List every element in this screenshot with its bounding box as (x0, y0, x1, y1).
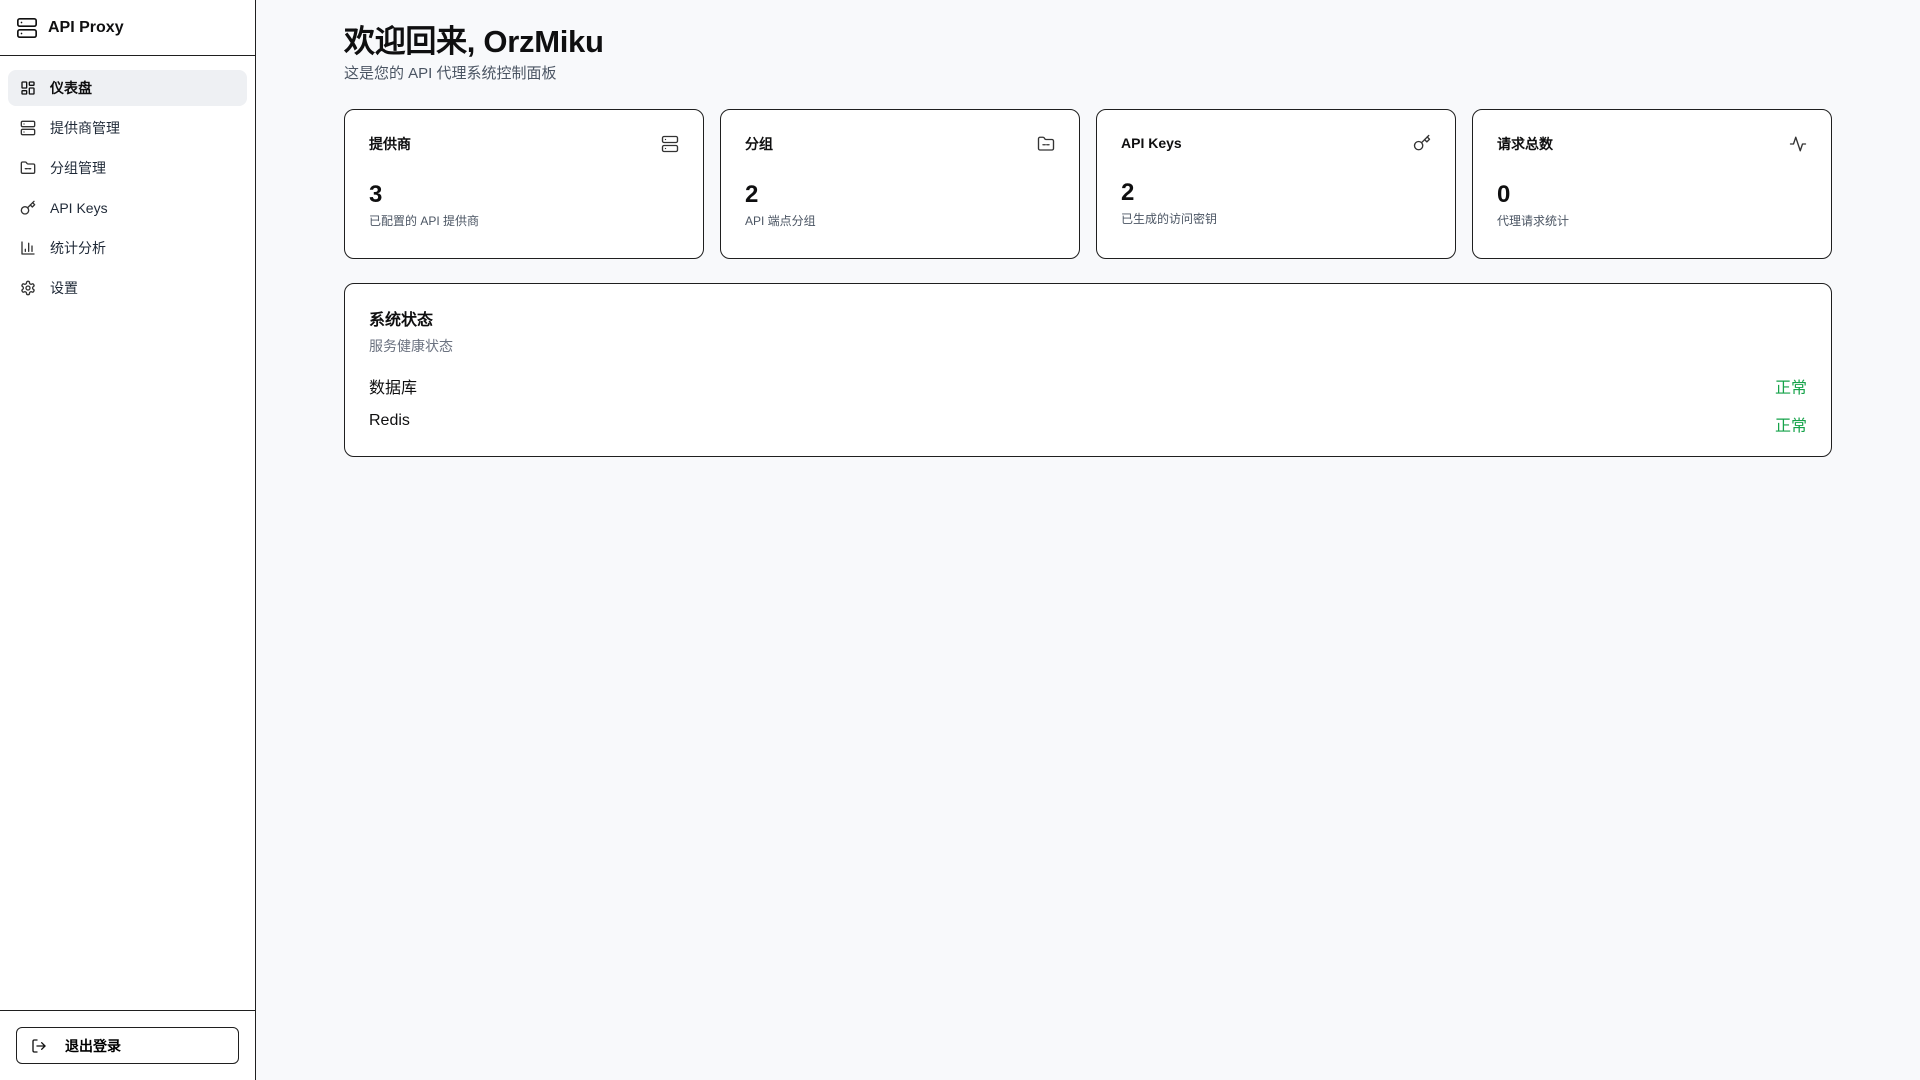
sidebar-footer: 退出登录 (0, 1010, 255, 1080)
folder-icon (1037, 136, 1055, 151)
server-icon (20, 120, 36, 136)
card-title: 请求总数 (1497, 136, 1553, 152)
sidebar-item-label: 设置 (50, 280, 78, 296)
sidebar-item-label: 提供商管理 (50, 120, 120, 136)
key-icon (1413, 134, 1431, 151)
stat-card-providers: 提供商 3 已配置的 API 提供商 (344, 109, 704, 259)
status-name: 数据库 (369, 380, 418, 397)
status-row-database: 数据库 正常 (369, 374, 1807, 398)
card-description: 代理请求统计 (1497, 214, 1570, 228)
server-icon (661, 135, 679, 153)
logout-icon (32, 1038, 46, 1053)
activity-icon (1789, 136, 1807, 152)
sidebar-nav: 仪表盘 提供商管理 分组管理 API Keys 统计分析 设置 (0, 56, 255, 1010)
card-title: 提供商 (369, 136, 411, 152)
sidebar-item-label: 仪表盘 (50, 80, 92, 96)
card-value: 0 (1497, 181, 1511, 208)
bar-chart-icon (21, 241, 35, 255)
brand[interactable]: API Proxy (0, 0, 255, 56)
sidebar-item-label: 分组管理 (50, 160, 106, 176)
gear-icon (21, 280, 35, 296)
card-description: API 端点分组 (745, 214, 816, 228)
page-subtitle: 这是您的 API 代理系统控制面板 (344, 65, 557, 82)
status-value: 正常 (1774, 380, 1807, 397)
dashboard-grid-icon (21, 81, 35, 95)
card-description: 已生成的访问密钥 (1121, 212, 1218, 226)
logout-label: 退出登录 (65, 1037, 121, 1054)
sidebar-item-label: 统计分析 (50, 240, 106, 256)
stat-card-api-keys: API Keys 2 已生成的访问密钥 (1096, 109, 1456, 259)
status-title: 系统状态 (369, 312, 434, 329)
system-status-card: 系统状态 服务健康状态 数据库 正常 Redis 正常 (344, 283, 1832, 457)
status-subtitle: 服务健康状态 (369, 338, 453, 354)
card-value: 3 (369, 181, 383, 208)
main-content: 欢迎回来, OrzMiku 这是您的 API 代理系统控制面板 提供商 3 已配… (256, 0, 1920, 1080)
card-title: API Keys (1121, 135, 1182, 151)
folder-icon (20, 161, 36, 174)
key-icon (20, 200, 36, 215)
sidebar-item-providers[interactable]: 提供商管理 (8, 110, 247, 146)
brand-title: API Proxy (48, 18, 124, 36)
status-name: Redis (369, 412, 410, 429)
page-title: 欢迎回来, OrzMiku (344, 24, 604, 59)
sidebar-item-groups[interactable]: 分组管理 (8, 150, 247, 186)
logout-button[interactable]: 退出登录 (16, 1027, 239, 1064)
stat-card-groups: 分组 2 API 端点分组 (720, 109, 1080, 259)
server-icon (17, 17, 37, 38)
card-title: 分组 (745, 136, 773, 152)
card-description: 已配置的 API 提供商 (369, 214, 480, 228)
sidebar-item-label: API Keys (50, 200, 108, 216)
sidebar-item-settings[interactable]: 设置 (8, 270, 247, 306)
sidebar: API Proxy 仪表盘 提供商管理 分组管理 API Keys 统计分析 设… (0, 0, 256, 1080)
status-value: 正常 (1774, 418, 1807, 435)
stats-cards: 提供商 3 已配置的 API 提供商 分组 2 API 端点分组 API Key… (344, 109, 1833, 259)
status-row-redis: Redis 正常 (369, 412, 1807, 436)
sidebar-item-api-keys[interactable]: API Keys (8, 190, 247, 226)
card-value: 2 (1121, 179, 1135, 206)
sidebar-item-statistics[interactable]: 统计分析 (8, 230, 247, 266)
sidebar-item-dashboard[interactable]: 仪表盘 (8, 70, 247, 106)
stat-card-requests: 请求总数 0 代理请求统计 (1472, 109, 1832, 259)
card-value: 2 (745, 181, 759, 208)
